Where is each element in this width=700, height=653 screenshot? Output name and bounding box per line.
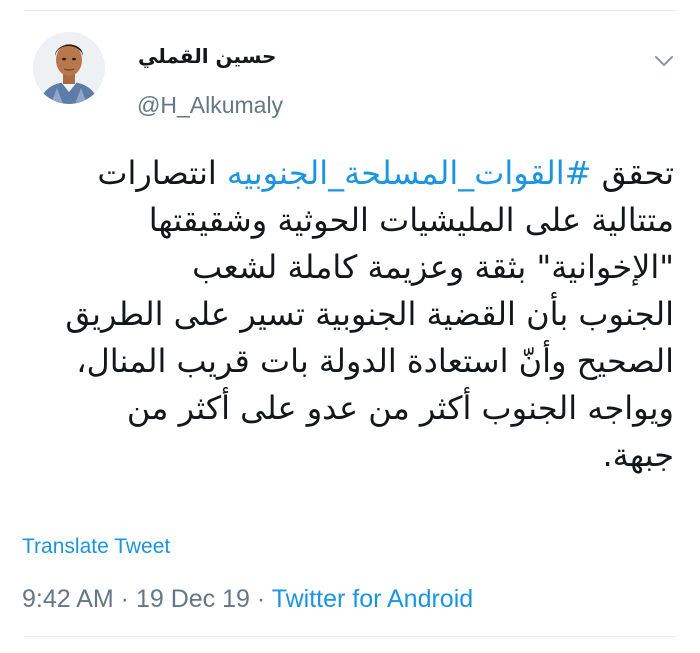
- tweet-line: تحقق #القوات_المسلحة_الجنوبيه انتصارات: [14, 150, 674, 197]
- tweet-date: 19 Dec 19: [135, 585, 250, 613]
- tweet-source-link[interactable]: Twitter for Android: [272, 585, 473, 613]
- tweet-text-segment: تحقق: [591, 154, 674, 192]
- meta-separator: ·: [249, 585, 272, 613]
- tweet-body: تحقق #القوات_المسلحة_الجنوبيه انتصارات م…: [14, 150, 674, 479]
- meta-separator: ·: [113, 585, 136, 613]
- tweet-line: الصحيح وأنّ استعادة الدولة بات قريب المن…: [76, 342, 674, 380]
- tweet-time: 9:42 AM: [22, 585, 114, 613]
- translate-tweet-link[interactable]: Translate Tweet: [22, 535, 170, 559]
- avatar-photo: [33, 32, 105, 104]
- hashtag-link[interactable]: #القوات_المسلحة_الجنوبيه: [227, 154, 591, 192]
- bottom-divider: [24, 636, 676, 637]
- tweet-detail: حسين القملي @H_Alkumaly تحقق #القوات_الم…: [0, 0, 700, 653]
- tweet-header: حسين القملي @H_Alkumaly: [0, 0, 700, 140]
- tweet-line: جبهة.: [602, 436, 674, 474]
- tweet-metadata: 9:42 AM · 19 Dec 19 · Twitter for Androi…: [22, 585, 473, 614]
- tweet-line: الجنوب بأن القضية الجنوبية تسير على الطر…: [65, 295, 674, 333]
- tweet-line: متتالية على المليشيات الحوثية وشقيقتها: [148, 201, 674, 239]
- chevron-down-icon[interactable]: [652, 49, 676, 73]
- author-display-name[interactable]: حسين القملي: [138, 44, 276, 68]
- tweet-line: ويواجه الجنوب أكثر من عدو على أكثر من: [126, 389, 674, 427]
- avatar[interactable]: [33, 32, 105, 104]
- tweet-line: "الإخوانية" بثقة وعزيمة كاملة لشعب: [192, 248, 674, 286]
- tweet-text-segment: انتصارات: [97, 154, 227, 192]
- author-handle[interactable]: @H_Alkumaly: [137, 92, 283, 119]
